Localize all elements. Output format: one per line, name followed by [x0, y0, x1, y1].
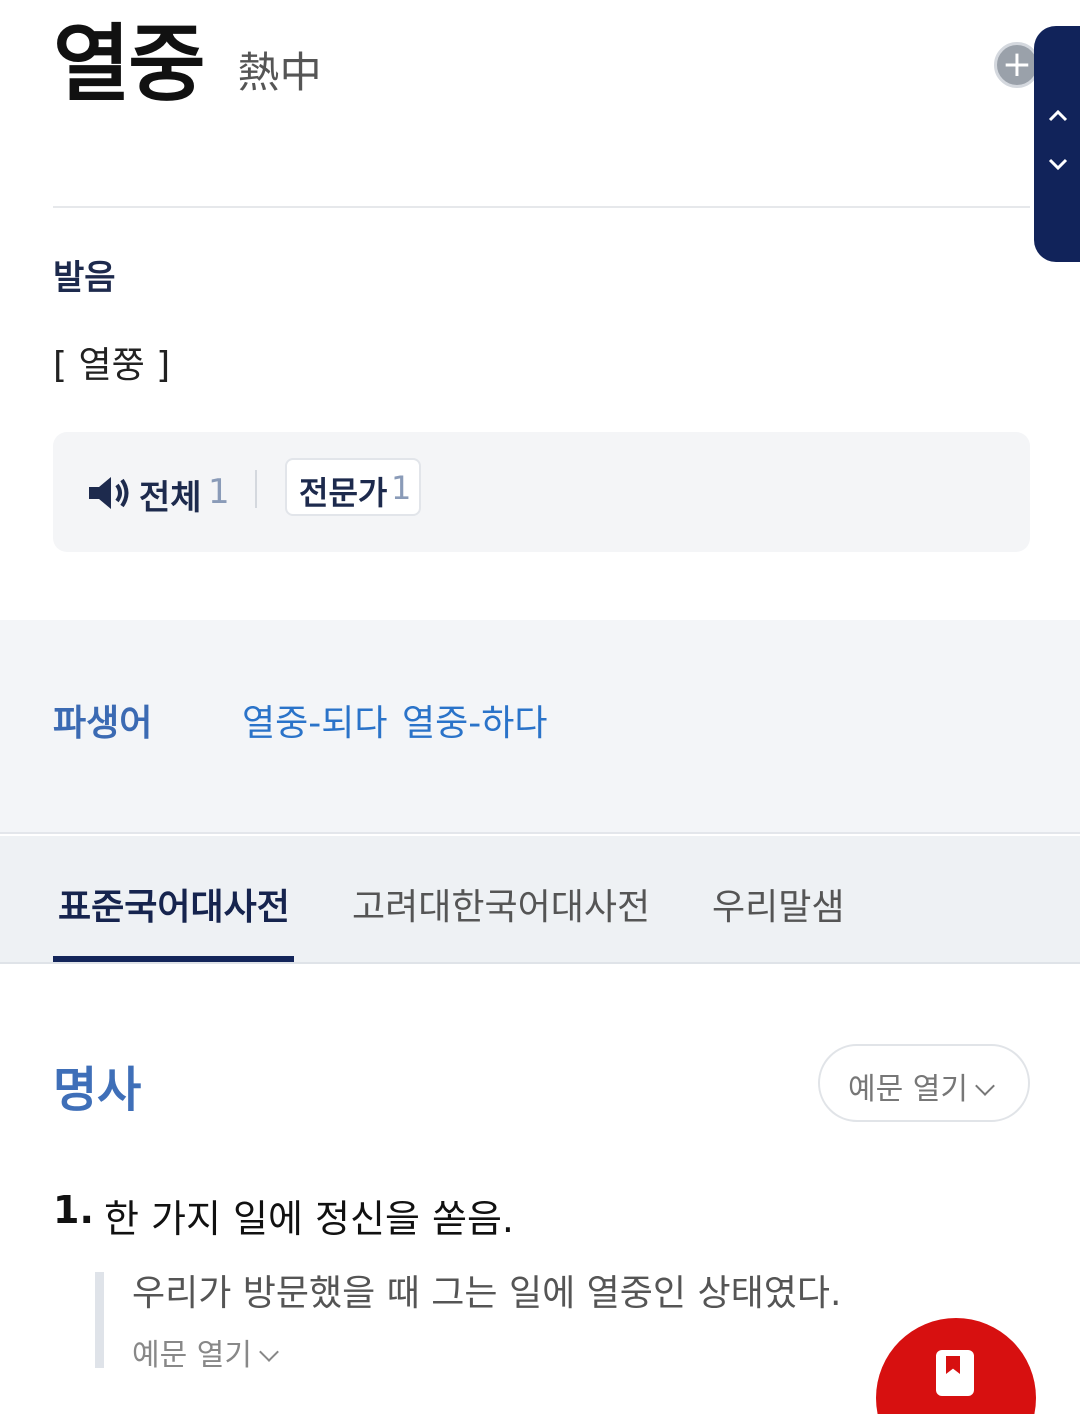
- tab-standard-dictionary[interactable]: 표준국어대사전: [58, 878, 290, 930]
- pronunciation-title: 발음: [53, 258, 116, 298]
- derivatives-section: 파생어 열중-되다 열중-하다: [0, 620, 1080, 834]
- pronunciation-value: [ 열쭝 ]: [53, 345, 171, 386]
- part-of-speech: 명사: [53, 1062, 142, 1118]
- plus-icon: +: [1001, 44, 1033, 85]
- open-examples-button[interactable]: 예문 열기: [818, 1044, 1030, 1122]
- sense-examples-label: 예문 열기: [132, 1338, 252, 1373]
- example-bar: [95, 1272, 104, 1368]
- tab-korea-univ-dictionary[interactable]: 고려대한국어대사전: [352, 878, 650, 930]
- derivative-link[interactable]: 열중-되다: [242, 694, 387, 746]
- tab-urimalsaem[interactable]: 우리말샘: [712, 878, 844, 930]
- pronunciation-audio-panel: 전체 1 전문가 1: [53, 432, 1030, 552]
- bookmark-icon: [936, 1350, 974, 1396]
- sense-number: 1.: [53, 1188, 94, 1232]
- bookmark-fab-button[interactable]: [876, 1318, 1036, 1414]
- sense-definition: 한 가지 일에 정신을 쏟음.: [104, 1197, 514, 1241]
- active-tab-indicator: [53, 956, 294, 962]
- entry-hanja: 熱中: [237, 48, 322, 97]
- pronunciation-all-label[interactable]: 전체: [139, 470, 202, 519]
- sense-examples-toggle[interactable]: 예문 열기: [132, 1330, 279, 1374]
- expert-count: 1: [391, 469, 412, 507]
- chevron-down-icon: [259, 1342, 279, 1362]
- entry-word: 열중: [53, 15, 206, 113]
- expert-pronunciation-button[interactable]: 전문가 1: [285, 458, 421, 516]
- pronunciation-all-count: 1: [208, 472, 230, 512]
- entry-header: 열중 熱中: [53, 22, 322, 106]
- separator: [255, 470, 257, 508]
- open-examples-label: 예문 열기: [848, 1072, 968, 1107]
- chevron-up-icon[interactable]: [1044, 102, 1072, 130]
- scroll-nav: [1034, 26, 1080, 262]
- derivatives-title: 파생어: [53, 703, 153, 744]
- derivative-link[interactable]: 열중-하다: [402, 694, 547, 746]
- example-sentence: 우리가 방문했을 때 그는 일에 열중인 상태였다.: [132, 1273, 842, 1314]
- chevron-down-icon: [975, 1076, 995, 1096]
- expert-label: 전문가: [299, 474, 388, 512]
- dictionary-tabs: 표준국어대사전 고려대한국어대사전 우리말샘: [0, 836, 1080, 964]
- speaker-icon[interactable]: [87, 474, 133, 512]
- chevron-down-icon[interactable]: [1044, 150, 1072, 178]
- divider: [53, 206, 1030, 208]
